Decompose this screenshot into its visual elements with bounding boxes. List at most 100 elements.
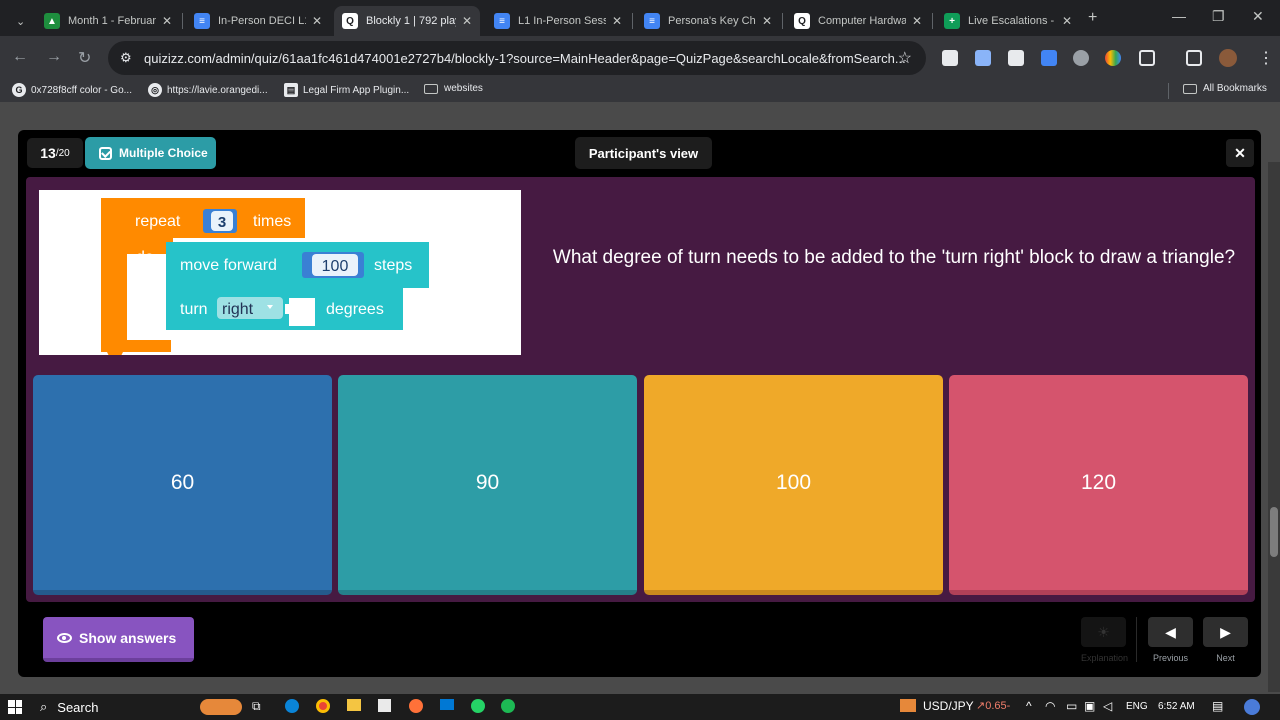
color-picker-icon[interactable] [1105, 50, 1121, 66]
close-icon[interactable]: ✕ [1062, 14, 1072, 28]
tab-7[interactable]: + Live Escalations - Y ✕ [936, 6, 1080, 36]
spotify-icon[interactable] [501, 699, 515, 713]
tab-label: Persona's Key Chara [668, 15, 756, 27]
extension-icon[interactable] [942, 50, 958, 66]
restore-icon[interactable]: ❐ [1212, 8, 1225, 25]
reload-icon[interactable]: ↻ [78, 48, 91, 68]
firefox-icon[interactable] [409, 699, 423, 713]
bookmark-item[interactable]: G 0x728f8cff color - Go... [12, 83, 132, 97]
close-icon[interactable]: ✕ [612, 14, 622, 28]
tab-label: Computer Hardwa [818, 15, 906, 27]
bookmark-label: Legal Firm App Plugin... [303, 84, 410, 96]
volume-icon[interactable]: ◁ [1103, 699, 1112, 713]
avatar[interactable] [1219, 49, 1237, 67]
answer-option-1[interactable]: 60 [33, 375, 332, 595]
extensions-puzzle-icon[interactable] [1139, 50, 1155, 66]
wifi-icon[interactable]: ◠ [1045, 699, 1055, 713]
network-icon[interactable]: ▣ [1084, 699, 1095, 713]
extension-icon[interactable] [1073, 50, 1089, 66]
docs-icon: ≡ [194, 13, 210, 29]
notion-icon[interactable] [1008, 50, 1024, 66]
answer-option-2[interactable]: 90 [338, 375, 637, 595]
close-modal-button[interactable]: ✕ [1226, 139, 1254, 167]
previous-label: Previous [1152, 653, 1188, 663]
close-icon[interactable]: ✕ [312, 14, 322, 28]
battery-icon[interactable]: ▭ [1066, 699, 1077, 713]
copilot-icon[interactable] [1244, 699, 1260, 715]
scrollbar-thumb[interactable] [1270, 507, 1278, 557]
explanation-button[interactable]: ☀ Explanation [1081, 617, 1128, 663]
all-bookmarks-label: All Bookmarks [1203, 83, 1267, 94]
sheets-icon: + [944, 13, 960, 29]
drive-icon: ▲ [44, 13, 60, 29]
menu-icon[interactable]: ⋮ [1258, 48, 1274, 68]
docs-icon: ≡ [494, 13, 510, 29]
page-icon: ▤ [284, 83, 298, 97]
folder-icon [1183, 83, 1197, 94]
task-view-icon[interactable]: ⧉ [252, 699, 261, 714]
repeat-label: repeat [135, 213, 181, 230]
edge-icon[interactable] [285, 699, 299, 713]
tab-label: In-Person DECI L1 M [218, 15, 306, 27]
minimize-icon[interactable]: — [1172, 8, 1186, 24]
tab-1[interactable]: ▲ Month 1 - February ✕ [36, 6, 180, 36]
show-answers-button[interactable]: Show answers [43, 617, 194, 662]
tab-2[interactable]: ≡ In-Person DECI L1 M ✕ [186, 6, 330, 36]
tab-4[interactable]: ≡ L1 In-Person Sessio ✕ [486, 6, 630, 36]
widgets-icon[interactable] [200, 699, 242, 715]
all-bookmarks[interactable]: All Bookmarks [1183, 83, 1267, 94]
lightbulb-icon: ☀ [1081, 617, 1126, 647]
whatsapp-icon[interactable] [471, 699, 485, 713]
store-icon[interactable] [378, 699, 391, 712]
close-icon[interactable]: ✕ [462, 14, 472, 28]
folder-icon [424, 83, 438, 94]
extension-icon[interactable] [1041, 50, 1057, 66]
tab-label: Month 1 - February [68, 15, 156, 27]
notifications-icon[interactable]: ▤ [1212, 699, 1223, 713]
counter-current: 13 [40, 145, 56, 161]
file-explorer-icon[interactable] [347, 699, 361, 711]
tab-search-button[interactable]: ⌄ [8, 6, 36, 36]
tab-5[interactable]: ≡ Persona's Key Chara ✕ [636, 6, 780, 36]
answer-option-3[interactable]: 100 [644, 375, 943, 595]
bookmark-item[interactable]: ▤ Legal Firm App Plugin... [284, 83, 409, 97]
scrollbar[interactable] [1268, 162, 1280, 692]
chevron-up-icon[interactable]: ^ [1026, 699, 1032, 713]
participant-view-button[interactable]: Participant's view [575, 137, 712, 169]
tab-6[interactable]: Q Computer Hardwa ✕ [786, 6, 930, 36]
close-icon[interactable]: ✕ [762, 14, 772, 28]
back-icon[interactable]: ← [12, 48, 28, 66]
bookmark-label: websites [444, 83, 483, 94]
bookmark-item[interactable]: ◎ https://lavie.orangedi... [148, 83, 268, 97]
extension-icon[interactable] [975, 50, 991, 66]
bookmark-folder[interactable]: websites [424, 83, 483, 94]
new-tab-icon[interactable]: + [1088, 9, 1097, 27]
mail-icon[interactable] [440, 699, 454, 710]
tab-3-active[interactable]: Q Blockly 1 | 792 play ✕ [334, 6, 480, 36]
currency-pair[interactable]: USD/JPY [923, 699, 974, 713]
windows-start-icon[interactable] [8, 700, 22, 714]
blockly-code-image: repeat 3 times do move forward 100 steps… [101, 198, 429, 360]
taskbar-search-label: Search [57, 699, 99, 715]
quizizz-icon: Q [794, 13, 810, 29]
question-preview-modal: 13/20 Multiple Choice Participant's view… [18, 130, 1261, 677]
site-info-icon[interactable]: ⚙ [120, 50, 132, 66]
repeat-count: 3 [218, 214, 226, 231]
language-indicator[interactable]: ENG [1126, 701, 1148, 712]
window-close-icon[interactable]: ✕ [1252, 8, 1264, 25]
previous-button[interactable]: ◀ Previous [1148, 617, 1193, 663]
url-input[interactable]: ⚙ quizizz.com/admin/quiz/61aa1fc461d4740… [108, 41, 926, 75]
bookmark-star-icon[interactable]: ☆ [898, 48, 912, 68]
previous-arrow-icon: ◀ [1148, 617, 1193, 647]
taskbar-search[interactable]: ⌕ Search [34, 695, 194, 719]
answer-option-4[interactable]: 120 [949, 375, 1248, 595]
forward-icon[interactable]: → [46, 48, 62, 66]
turn-label: turn [180, 301, 208, 318]
chrome-icon[interactable] [316, 699, 330, 713]
clock[interactable]: 6:52 AM [1158, 701, 1195, 712]
bookmark-label: https://lavie.orangedi... [167, 84, 268, 96]
close-icon[interactable]: ✕ [162, 14, 172, 28]
close-icon[interactable]: ✕ [912, 14, 922, 28]
next-button[interactable]: ▶ Next [1203, 617, 1248, 663]
side-panel-icon[interactable] [1186, 50, 1202, 66]
